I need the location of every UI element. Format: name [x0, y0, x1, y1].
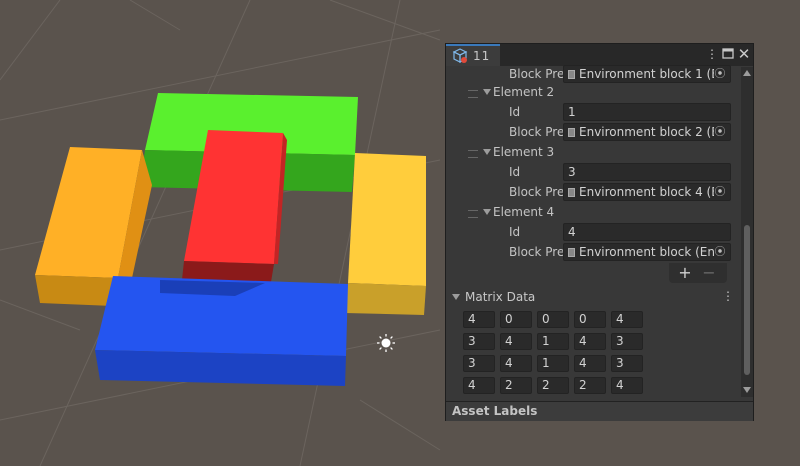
- element-2-block-row: Block Pre Environment block 2 (En ⦿: [446, 123, 736, 141]
- id-field[interactable]: 4: [563, 223, 731, 241]
- inspector-tab[interactable]: 11: [446, 44, 500, 66]
- matrix-cell[interactable]: 3: [611, 355, 643, 372]
- block-prefab-field[interactable]: Environment block (Env ⦿: [563, 243, 731, 261]
- matrix-cell[interactable]: 3: [463, 333, 495, 350]
- matrix-cell[interactable]: 4: [611, 311, 643, 328]
- id-label: Id: [509, 105, 521, 119]
- id-label: Id: [509, 165, 521, 179]
- matrix-cell[interactable]: 0: [574, 311, 606, 328]
- id-field[interactable]: 3: [563, 163, 731, 181]
- matrix-cell[interactable]: 1: [537, 333, 569, 350]
- more-vertical-icon[interactable]: ⋮: [705, 47, 719, 61]
- matrix-cell[interactable]: 4: [500, 333, 532, 350]
- add-element-button[interactable]: +: [676, 264, 694, 282]
- object-picker-icon[interactable]: ⦿: [713, 125, 727, 139]
- matrix-cell[interactable]: 3: [611, 333, 643, 350]
- scroll-down-icon[interactable]: [743, 387, 751, 393]
- block-prefab-label: Block Pre: [509, 245, 565, 259]
- blue-block[interactable]: [95, 276, 348, 386]
- close-icon[interactable]: ✕: [737, 47, 751, 62]
- object-picker-icon[interactable]: ⦿: [713, 185, 727, 199]
- scroll-thumb[interactable]: [744, 225, 750, 375]
- element-3-header[interactable]: Element 3: [493, 143, 554, 161]
- foldout-arrow-icon[interactable]: [483, 89, 491, 95]
- object-picker-icon[interactable]: ⦿: [713, 245, 727, 259]
- block-prefab-label: Block Pre: [509, 185, 565, 199]
- drag-handle-icon[interactable]: [468, 210, 478, 218]
- id-field[interactable]: 1: [563, 103, 731, 121]
- cube-icon: [452, 48, 468, 63]
- list-add-remove: + −: [669, 263, 727, 283]
- object-picker-icon[interactable]: ⦿: [713, 67, 727, 81]
- prefab-icon: [568, 188, 575, 197]
- matrix-more-vertical-icon[interactable]: ⋮: [721, 289, 735, 303]
- element-4-id-row: Id 4: [446, 223, 736, 241]
- matrix-cell[interactable]: 4: [574, 333, 606, 350]
- prefab-icon: [568, 70, 575, 79]
- matrix-cell[interactable]: 0: [500, 311, 532, 328]
- block-prefab-field[interactable]: Environment block 1 (En ⦿: [563, 65, 731, 83]
- asset-labels-bar[interactable]: Asset Labels: [446, 401, 753, 421]
- scroll-up-icon[interactable]: [743, 70, 751, 76]
- foldout-arrow-icon[interactable]: [483, 149, 491, 155]
- matrix-cell[interactable]: 0: [537, 311, 569, 328]
- element-3-id-row: Id 3: [446, 163, 736, 181]
- matrix-cell[interactable]: 4: [463, 311, 495, 328]
- matrix-cell[interactable]: 2: [500, 377, 532, 394]
- matrix-cell[interactable]: 2: [537, 377, 569, 394]
- matrix-foldout-arrow-icon[interactable]: [452, 294, 460, 300]
- asset-labels-label: Asset Labels: [452, 404, 538, 418]
- drag-handle-icon[interactable]: [468, 90, 478, 98]
- yellow-block[interactable]: [345, 153, 426, 315]
- matrix-cell[interactable]: 4: [574, 355, 606, 372]
- block-prefab-field[interactable]: Environment block 4 (En ⦿: [563, 183, 731, 201]
- drag-handle-icon[interactable]: [468, 150, 478, 158]
- matrix-cell[interactable]: 1: [537, 355, 569, 372]
- inspector-titlebar: 11 ⋮ ✕: [446, 44, 753, 66]
- maximize-icon[interactable]: [721, 47, 735, 61]
- element-4-header[interactable]: Element 4: [493, 203, 554, 221]
- block-prefab-field[interactable]: Environment block 2 (En ⦿: [563, 123, 731, 141]
- remove-element-button[interactable]: −: [700, 264, 718, 282]
- element-2-id-row: Id 1: [446, 103, 736, 121]
- matrix-cell[interactable]: 2: [574, 377, 606, 394]
- matrix-cell[interactable]: 4: [500, 355, 532, 372]
- element-3-block-row: Block Pre Environment block 4 (En ⦿: [446, 183, 736, 201]
- matrix-cell[interactable]: 4: [463, 377, 495, 394]
- id-label: Id: [509, 225, 521, 239]
- inspector-tab-label: 11: [473, 49, 491, 63]
- matrix-cell[interactable]: 3: [463, 355, 495, 372]
- block-prefab-label: Block Pre: [509, 67, 565, 81]
- matrix-cell[interactable]: 4: [611, 377, 643, 394]
- element-2-header[interactable]: Element 2: [493, 83, 554, 101]
- block-prefab-label: Block Pre: [509, 125, 565, 139]
- element-4-block-row: Block Pre Environment block (Env ⦿: [446, 243, 736, 261]
- element-1-block-row: Block Pre Environment block 1 (En ⦿: [446, 65, 736, 83]
- prefab-icon: [568, 248, 575, 257]
- prefab-icon: [568, 128, 575, 137]
- inspector-window: 11 ⋮ ✕ Block Pre Environment block 1 (En…: [445, 43, 754, 421]
- matrix-data-header[interactable]: Matrix Data: [465, 288, 535, 306]
- scrollbar[interactable]: [741, 67, 753, 397]
- foldout-arrow-icon[interactable]: [483, 209, 491, 215]
